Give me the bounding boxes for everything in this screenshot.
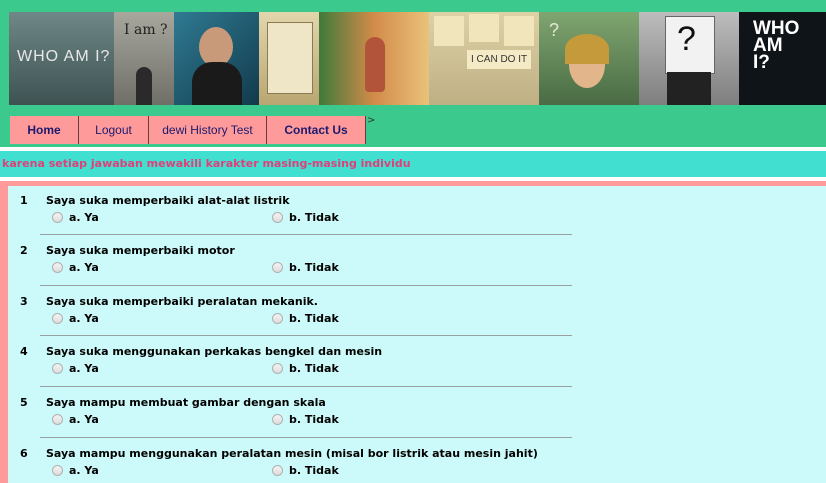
radio-button-icon[interactable] — [52, 313, 63, 324]
option-ya[interactable]: a. Ya — [52, 413, 99, 426]
radio-button-icon[interactable] — [272, 313, 283, 324]
nav-history-test[interactable]: dewi History Test — [149, 116, 267, 144]
option-tidak[interactable]: b. Tidak — [272, 362, 339, 375]
option-ya[interactable]: a. Ya — [52, 211, 99, 224]
option-ya[interactable]: a. Ya — [52, 464, 99, 477]
question-number: 5 — [20, 396, 28, 409]
nav-contact-us[interactable]: Contact Us — [267, 116, 366, 144]
banner-caption-2: I am ? — [124, 22, 168, 38]
option-ya[interactable]: a. Ya — [52, 261, 99, 274]
radio-button-icon[interactable] — [272, 465, 283, 476]
separator — [40, 234, 572, 235]
separator — [40, 386, 572, 387]
banner-image-strip: WHO AM I? I am ? I CAN DO IT ? ? WHO AM … — [9, 12, 826, 105]
banner-caption-8: ? — [677, 20, 696, 58]
girl-question-image: ? — [539, 12, 639, 105]
header-banner: WHO AM I? I am ? I CAN DO IT ? ? WHO AM … — [0, 0, 826, 113]
option-ya[interactable]: a. Ya — [52, 312, 99, 325]
autumn-girl-image — [319, 12, 429, 105]
banner-caption-6: I CAN DO IT — [467, 50, 532, 69]
who-am-i-image-2: WHO AM I? — [739, 12, 826, 105]
radio-button-icon[interactable] — [272, 414, 283, 425]
radio-button-icon[interactable] — [52, 465, 63, 476]
nav-home[interactable]: Home — [10, 116, 79, 144]
question-sign-image: ? — [639, 12, 739, 105]
motivation-notes-image: I CAN DO IT — [429, 12, 539, 105]
radio-button-icon[interactable] — [52, 212, 63, 223]
question-number: 2 — [20, 244, 28, 257]
option-tidak[interactable]: b. Tidak — [272, 464, 339, 477]
nav-arrow-glyph: > — [367, 115, 376, 126]
banner-caption-9: WHO AM I? — [753, 18, 800, 73]
question-text: Saya suka memperbaiki alat-alat listrik — [46, 194, 290, 207]
radio-button-icon[interactable] — [272, 363, 283, 374]
option-tidak[interactable]: b. Tidak — [272, 261, 339, 274]
question-panel-border — [0, 186, 8, 483]
radio-button-icon[interactable] — [52, 414, 63, 425]
question-text: Saya mampu membuat gambar dengan skala — [46, 396, 326, 409]
who-am-i-image-1: WHO AM I? — [9, 12, 114, 105]
separator — [40, 335, 572, 336]
nav-logout[interactable]: Logout — [79, 116, 149, 144]
radio-button-icon[interactable] — [52, 262, 63, 273]
i-am-image: I am ? — [114, 12, 174, 105]
option-ya[interactable]: a. Ya — [52, 362, 99, 375]
question-number: 4 — [20, 345, 28, 358]
question-number: 6 — [20, 447, 28, 460]
question-text: Saya suka memperbaiki peralatan mekanik. — [46, 295, 318, 308]
banner-caption-7: ? — [549, 20, 560, 40]
separator — [40, 437, 572, 438]
option-tidak[interactable]: b. Tidak — [272, 211, 339, 224]
option-tidak[interactable]: b. Tidak — [272, 312, 339, 325]
radio-button-icon[interactable] — [272, 262, 283, 273]
question-text: Saya mampu menggunakan peralatan mesin (… — [46, 447, 538, 460]
marquee-bar: karena setiap jawaban mewakili karakter … — [0, 151, 826, 177]
separator — [40, 285, 572, 286]
radio-button-icon[interactable] — [52, 363, 63, 374]
radio-button-icon[interactable] — [272, 212, 283, 223]
thinking-man-image — [174, 12, 259, 105]
question-text: Saya suka menggunakan perkakas bengkel d… — [46, 345, 383, 358]
question-number: 1 — [20, 194, 28, 207]
notes-image — [259, 12, 319, 105]
question-number: 3 — [20, 295, 28, 308]
question-text: Saya suka memperbaiki motor — [46, 244, 235, 257]
marquee-text: karena setiap jawaban mewakili karakter … — [2, 157, 411, 170]
main-nav: Home Logout dewi History Test Contact Us… — [0, 113, 826, 147]
option-tidak[interactable]: b. Tidak — [272, 413, 339, 426]
banner-caption-1: WHO AM I? — [17, 48, 111, 65]
